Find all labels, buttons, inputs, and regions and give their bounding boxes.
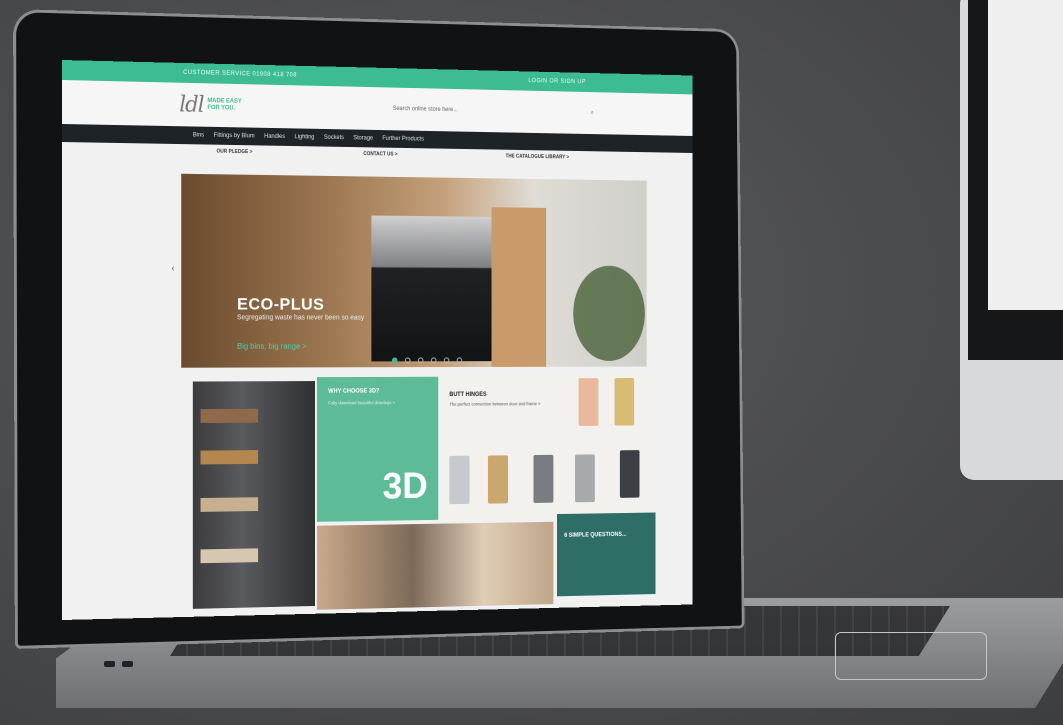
contact-us-link[interactable]: CONTACT US > bbox=[363, 151, 397, 157]
carousel-dot[interactable] bbox=[418, 357, 424, 363]
hero-subtitle: Segregating waste has never been so easy bbox=[237, 314, 364, 321]
usb-port bbox=[122, 661, 133, 667]
hero-title: ECO-PLUS bbox=[237, 295, 324, 315]
simple-questions-tile[interactable]: 6 SIMPLE QUESTIONS... bbox=[557, 512, 655, 596]
search-input[interactable]: Search online store here... bbox=[393, 106, 458, 114]
nav-item-sockets[interactable]: Sockets bbox=[324, 135, 344, 141]
carousel-dot[interactable] bbox=[392, 357, 398, 363]
hinge-image bbox=[579, 378, 599, 426]
butt-hinges-sub: The perfect connection between door and … bbox=[449, 401, 540, 406]
nav-item-fittings[interactable]: Fittings by Blum bbox=[214, 133, 255, 140]
hinge-image bbox=[620, 450, 640, 498]
our-pledge-link[interactable]: OUR PLEDGE > bbox=[217, 149, 253, 156]
hero-link[interactable]: Big bins, big range > bbox=[237, 342, 307, 351]
monitor-screen bbox=[988, 0, 1063, 310]
hinge-image bbox=[533, 455, 553, 503]
search-bar[interactable]: Search online store here... ⌕ bbox=[393, 106, 594, 117]
hinge-image bbox=[575, 454, 595, 502]
nav-item-lighting[interactable]: Lighting bbox=[295, 134, 315, 140]
why-3d-heading: WHY CHOOSE 3D? bbox=[328, 389, 379, 395]
carousel-dot[interactable] bbox=[444, 357, 450, 363]
nav-item-bins[interactable]: Bins bbox=[193, 132, 204, 138]
catalogue-library-link[interactable]: THE CATALOGUE LIBRARY > bbox=[506, 154, 569, 161]
office-photo-tile[interactable] bbox=[317, 522, 553, 610]
hinge-image bbox=[488, 455, 508, 503]
hero-plant-image bbox=[573, 266, 645, 362]
carousel-dot[interactable] bbox=[457, 357, 463, 363]
hero-banner[interactable]: ECO-PLUS Segregating waste has never bee… bbox=[181, 174, 646, 368]
pantry-storage-tile[interactable] bbox=[193, 381, 315, 609]
simple-questions-heading: 6 SIMPLE QUESTIONS... bbox=[564, 532, 626, 539]
butt-hinges-heading: BUTT HINGES bbox=[449, 392, 486, 398]
login-signup-link[interactable]: LOGIN OR SIGN UP bbox=[528, 78, 586, 85]
website-screen: CUSTOMER SERVICE 01908 418 708 LOGIN OR … bbox=[62, 60, 693, 620]
usb-port bbox=[104, 661, 115, 667]
nav-item-handles[interactable]: Handles bbox=[264, 134, 285, 140]
nav-item-further-products[interactable]: Further Products bbox=[382, 136, 424, 143]
hero-bin-image bbox=[371, 215, 509, 361]
hinge-image bbox=[615, 378, 635, 426]
nav-item-storage[interactable]: Storage bbox=[353, 135, 373, 141]
carousel-dot[interactable] bbox=[431, 357, 437, 363]
carousel-dots bbox=[392, 357, 462, 363]
search-icon[interactable]: ⌕ bbox=[591, 110, 594, 117]
laptop-trackpad bbox=[835, 632, 987, 680]
hero-cabinet-door bbox=[492, 207, 547, 367]
hinge-image bbox=[449, 456, 469, 505]
why-3d-sub: Fully download beautiful drawings > bbox=[328, 400, 395, 405]
logo-tagline: MADE EASY FOR YOU. bbox=[207, 98, 241, 113]
carousel-prev-icon[interactable]: ‹ bbox=[172, 263, 175, 273]
customer-service-text: CUSTOMER SERVICE 01908 418 708 bbox=[183, 70, 297, 79]
logo-tagline-line2: FOR YOU. bbox=[207, 105, 241, 113]
butt-hinges-tile[interactable]: BUTT HINGES The perfect connection betwe… bbox=[442, 374, 656, 520]
logo[interactable]: ldl bbox=[179, 92, 203, 117]
3d-label: 3D bbox=[383, 466, 428, 508]
carousel-dot[interactable] bbox=[405, 357, 411, 363]
why-3d-tile[interactable]: WHY CHOOSE 3D? Fully download beautiful … bbox=[317, 377, 438, 522]
